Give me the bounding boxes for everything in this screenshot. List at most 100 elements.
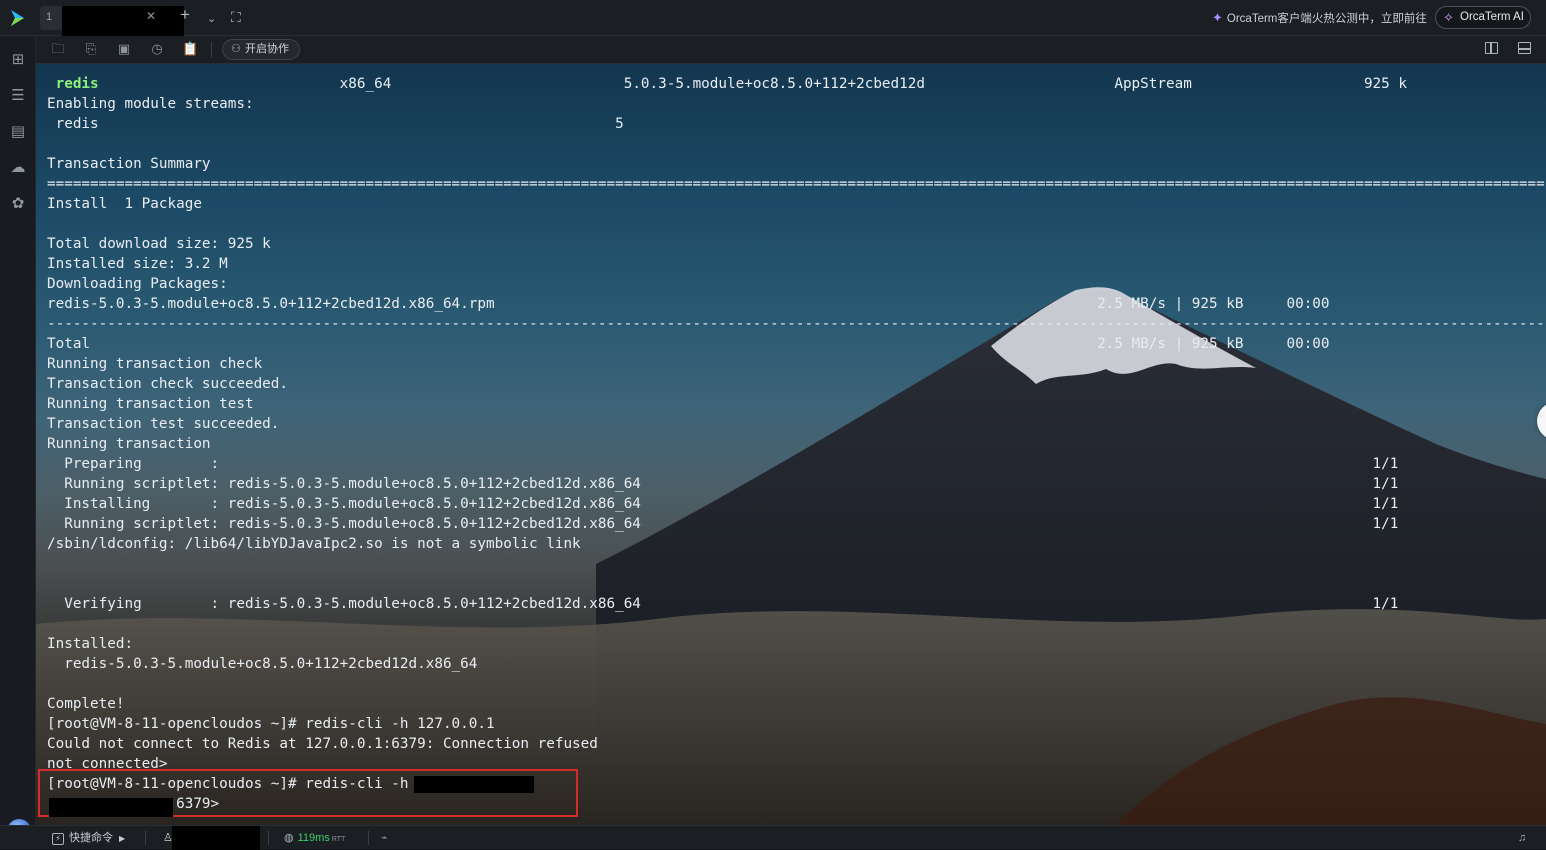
terminal-line: redis x86_64 5.0.3-5.module+oc8.5.0+112+…	[47, 74, 1545, 94]
title-bar: 1 ✕ + ⌄ ⛶ ✦ OrcaTerm客户端火热公测中，立即前往 ✧ OrcaT…	[0, 0, 1546, 36]
terminal-line: Could not connect to Redis at 127.0.0.1:…	[47, 734, 1545, 754]
lightning-icon: ⚡	[52, 833, 64, 845]
terminal-line: Installing : redis-5.0.3-5.module+oc8.5.…	[47, 494, 1545, 514]
terminal-text: x86_64 5.0.3-5.module+oc8.5.0+112+2cbed1…	[98, 76, 1407, 92]
file-transfer-icon[interactable]: ⎘	[83, 41, 99, 57]
tab-number: 1	[46, 11, 53, 23]
terminal-line: redis 5	[47, 114, 1545, 134]
close-tab-icon[interactable]: ✕	[146, 10, 156, 22]
app-logo-icon	[11, 10, 24, 26]
latency-unit: RTT	[331, 836, 346, 843]
terminal-line: Install 1 Package	[47, 194, 1545, 214]
performance-monitor-icon[interactable]: ⌁	[381, 831, 388, 845]
terminal-output: redis x86_64 5.0.3-5.module+oc8.5.0+112+…	[47, 74, 1545, 814]
terminal-line: ​	[47, 214, 1545, 234]
left-sidebar: ⊞ ☰ ▤ ☁ ✿	[0, 36, 36, 843]
new-tab-icon[interactable]: +	[180, 6, 190, 23]
terminal-line: Enabling module streams:	[47, 94, 1545, 114]
terminal-text: Install 1 Package	[47, 196, 202, 212]
terminal-line: Total 2.5 MB/s | 925 kB 00:00	[47, 334, 1545, 354]
terminal-line: Preparing : 1/1	[47, 454, 1545, 474]
terminal-text: redis-5.0.3-5.module+oc8.5.0+112+2cbed12…	[47, 656, 478, 672]
quick-command-label: 快捷命令	[69, 832, 113, 844]
terminal-line: ​	[47, 554, 1545, 574]
tab-name-redacted	[62, 6, 184, 36]
clipboard-icon[interactable]: 📋	[182, 41, 198, 57]
terminal-line: ========================================…	[47, 174, 1545, 194]
user-share-icon: ⚇	[231, 43, 241, 55]
server-list-icon[interactable]: ☰	[9, 87, 27, 105]
terminal-line: Verifying : redis-5.0.3-5.module+oc8.5.0…	[47, 594, 1545, 614]
split-horizontal-icon[interactable]	[1518, 42, 1531, 54]
redacted-username	[172, 826, 260, 850]
terminal-line: Transaction check succeeded.	[47, 374, 1545, 394]
terminal-text: Downloading Packages:	[47, 276, 228, 292]
cloud-icon[interactable]: ☁	[9, 159, 27, 177]
terminal-line: ​	[47, 674, 1545, 694]
terminal-text: Total download size: 925 k	[47, 236, 271, 252]
status-divider	[368, 831, 369, 845]
terminal-text: [root@VM-8-11-opencloudos ~]# redis-cli …	[47, 716, 495, 732]
screenshot-icon[interactable]: ▣	[116, 41, 132, 57]
split-vertical-icon[interactable]	[1485, 42, 1498, 54]
history-icon[interactable]: ◷	[149, 41, 165, 57]
terminal-text: Running transaction test	[47, 396, 254, 412]
terminal-line: Complete!	[47, 694, 1545, 714]
terminal-line: Running transaction check	[47, 354, 1545, 374]
sparkle-icon: ✦	[1212, 10, 1223, 25]
folder-icon[interactable]: 🗀	[50, 41, 66, 57]
terminal-text: Verifying : redis-5.0.3-5.module+oc8.5.0…	[47, 596, 1399, 612]
terminal-text: Complete!	[47, 696, 125, 712]
terminal-line: redis-5.0.3-5.module+oc8.5.0+112+2cbed12…	[47, 294, 1545, 314]
promo-text: OrcaTerm客户端火热公测中，立即前往	[1226, 13, 1427, 25]
globe-icon: ◍	[284, 832, 294, 844]
terminal-line: Installed:	[47, 634, 1545, 654]
terminal-text: ========================================…	[47, 176, 1545, 192]
terminal-line: Transaction test succeeded.	[47, 414, 1545, 434]
terminal-text: Running scriptlet: redis-5.0.3-5.module+…	[47, 476, 1399, 492]
terminal-text: /sbin/ldconfig: /lib64/libYDJavaIpc2.so …	[47, 536, 581, 552]
terminal-text: Installed size: 3.2 M	[47, 256, 228, 272]
terminal-text: Could not connect to Redis at 127.0.0.1:…	[47, 736, 598, 752]
network-latency: ◍ 119ms RTT	[284, 831, 345, 847]
terminal-text: Installed:	[47, 636, 134, 652]
ai-star-icon: ✧	[1443, 10, 1454, 25]
quick-command-button[interactable]: ⚡ 快捷命令 ▶	[52, 831, 125, 846]
terminal-line: ​	[47, 574, 1545, 594]
terminal-line: Downloading Packages:	[47, 274, 1545, 294]
highlighted-package-name: redis	[55, 76, 99, 92]
promo-banner[interactable]: ✦ OrcaTerm客户端火热公测中，立即前往	[1212, 10, 1427, 26]
status-divider	[145, 831, 146, 845]
apps-grid-icon[interactable]: ⊞	[9, 51, 27, 69]
terminal-text: Running transaction check	[47, 356, 263, 372]
plugin-icon[interactable]: ✿	[9, 195, 27, 213]
caret-right-icon: ▶	[119, 834, 126, 843]
terminal-line: Running transaction test	[47, 394, 1545, 414]
status-bar: ⚡ 快捷命令 ▶ ♙ ◍ 119ms RTT ⌁ ♫	[0, 825, 1546, 850]
terminal-viewport[interactable]: redis x86_64 5.0.3-5.module+oc8.5.0+112+…	[36, 64, 1546, 825]
toolbar-divider	[211, 42, 212, 58]
monitor-icon[interactable]: ▤	[9, 123, 27, 141]
ai-button-label: OrcaTerm AI	[1460, 11, 1524, 23]
terminal-text: redis-5.0.3-5.module+oc8.5.0+112+2cbed12…	[47, 296, 1330, 312]
terminal-text: Transaction check succeeded.	[47, 376, 289, 392]
status-divider	[268, 831, 269, 845]
bell-icon[interactable]: ♫	[1518, 831, 1526, 845]
start-collaboration-button[interactable]: ⚇ 开启协作	[222, 39, 300, 60]
terminal-line: ​	[47, 134, 1545, 154]
chevron-down-icon[interactable]: ⌄	[207, 12, 216, 26]
terminal-text: Transaction Summary	[47, 156, 211, 172]
collab-label: 开启协作	[245, 43, 289, 55]
terminal-line: redis-5.0.3-5.module+oc8.5.0+112+2cbed12…	[47, 654, 1545, 674]
terminal-text: ----------------------------------------…	[47, 316, 1545, 332]
orcaterm-ai-button[interactable]: ✧ OrcaTerm AI	[1435, 6, 1531, 29]
fullscreen-icon[interactable]: ⛶	[231, 10, 241, 24]
terminal-line: Total download size: 925 k	[47, 234, 1545, 254]
terminal-line: ----------------------------------------…	[47, 314, 1545, 334]
terminal-toolbar: 🗀 ⎘ ▣ ◷ 📋 ⚇ 开启协作	[36, 36, 1546, 64]
terminal-text: Transaction test succeeded.	[47, 416, 280, 432]
terminal-text: Preparing : 1/1	[47, 456, 1399, 472]
terminal-text: Running scriptlet: redis-5.0.3-5.module+…	[47, 516, 1399, 532]
terminal-line: Running scriptlet: redis-5.0.3-5.module+…	[47, 474, 1545, 494]
terminal-text: redis 5	[47, 116, 624, 132]
